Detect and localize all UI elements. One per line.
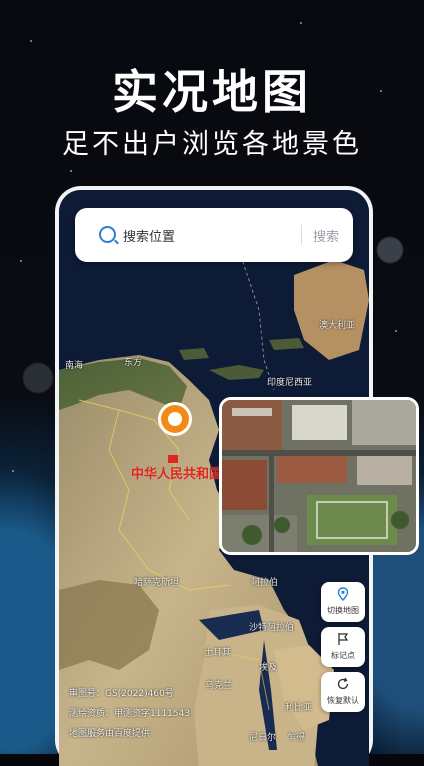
search-input[interactable]: 搜索位置 (123, 226, 175, 245)
map-label-china: 中华人民共和国 (131, 467, 223, 482)
capital-flag-icon (168, 455, 178, 463)
map-label-chad: 乍得 (287, 733, 306, 743)
mark-point-button[interactable]: 标记点 (321, 627, 365, 667)
map-label-kazakhstan: 哈萨克斯坦 (134, 578, 180, 588)
search-bar[interactable]: 搜索位置 搜索 (75, 208, 353, 262)
map-label-saudi: 沙特阿拉伯 (249, 623, 295, 633)
search-button[interactable]: 搜索 (313, 226, 339, 245)
restore-default-label: 恢复默认 (327, 696, 359, 705)
map-label-indonesia: 印度尼西亚 (267, 378, 313, 388)
map-attribution-line3: 地图服务由百度提供 (69, 729, 151, 739)
switch-map-label: 切换地图 (327, 606, 359, 615)
map-label-turkey: 土耳其 (204, 648, 232, 658)
location-pin-icon[interactable] (158, 402, 192, 436)
search-icon (99, 226, 116, 243)
map-label-south-china-sea: 南海 (65, 361, 84, 371)
map-attribution-line1: 审图号：GS(2022)460号 (69, 689, 174, 699)
search-divider (301, 225, 302, 245)
switch-map-button[interactable]: 切换地图 (321, 582, 365, 622)
map-label-dongfang: 东方 (124, 358, 143, 368)
flag-icon (338, 633, 349, 645)
mark-point-label: 标记点 (331, 651, 355, 660)
map-attribution-line2: 测绘资质：甲测资字1111543 (69, 709, 191, 719)
map-label-niger: 尼日尔 (249, 733, 277, 743)
map-label-australia: 澳大利亚 (319, 321, 356, 331)
promo-subline: 足不出户浏览各地景色 (62, 129, 362, 160)
restore-default-button[interactable]: 恢复默认 (321, 672, 365, 712)
map-label-egypt: 埃及 (259, 663, 278, 673)
map-label-libya: 利比亚 (285, 703, 313, 713)
promo-headline: 实况地图 (112, 65, 312, 119)
map-label-arab: 阿拉伯 (251, 578, 279, 588)
location-pin-icon (337, 587, 349, 601)
refresh-icon (337, 677, 349, 690)
map-label-ukraine: 乌克兰 (205, 681, 233, 691)
street-view-thumbnail[interactable] (219, 397, 419, 555)
